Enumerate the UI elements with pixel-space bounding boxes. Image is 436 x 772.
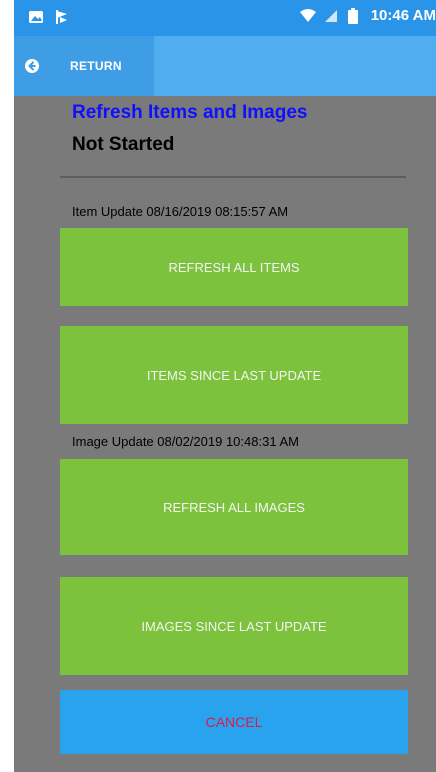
page-title: Refresh Items and Images [72,102,308,123]
return-button[interactable]: RETURN [14,36,154,96]
status-bar: 10:46 AM [14,0,436,36]
refresh-all-items-button[interactable]: REFRESH ALL ITEMS [60,228,408,306]
toolbar: RETURN [14,36,436,96]
item-update-label: Item Update 08/16/2019 08:15:57 AM [72,204,289,219]
back-arrow-icon [24,58,40,74]
wifi-icon [299,8,316,24]
status-right-icons: 10:46 AM [299,7,436,24]
refresh-all-images-button[interactable]: REFRESH ALL IMAGES [60,459,408,555]
signal-icon [323,8,339,24]
clock: 10:46 AM [370,7,436,24]
refresh-status: Not Started [72,134,175,155]
app-screen: 10:46 AM RETURN Refresh Items and Images… [14,0,436,772]
divider [60,176,406,178]
image-update-label: Image Update 08/02/2019 10:48:31 AM [72,434,299,449]
images-since-last-update-button[interactable]: IMAGES SINCE LAST UPDATE [60,577,408,675]
status-left-icons [28,9,70,25]
cancel-button[interactable]: CANCEL [60,690,408,754]
flag-icon [54,9,70,25]
items-since-last-update-button[interactable]: ITEMS SINCE LAST UPDATE [60,326,408,424]
image-icon [28,9,44,25]
battery-icon [347,7,363,24]
return-label: RETURN [70,59,122,73]
